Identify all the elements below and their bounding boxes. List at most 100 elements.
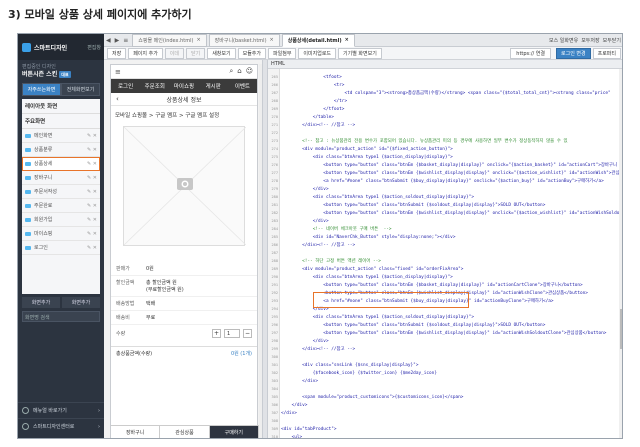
sidebar-header: 스마트디자인 편집창 bbox=[18, 34, 104, 60]
page-icon bbox=[25, 203, 31, 208]
sidebar-item[interactable]: 마이쇼핑 ✎ ✕ bbox=[22, 227, 100, 241]
sidebar-item[interactable]: 주문서작성 ✎ ✕ bbox=[22, 185, 100, 199]
code-text: {$facebook_icon} {$twitter_icon} {$me2da… bbox=[281, 371, 437, 376]
mobile-nav-item[interactable]: 마이쇼핑 bbox=[169, 82, 198, 90]
hamburger-icon[interactable]: ≡ bbox=[115, 68, 121, 76]
cart-button[interactable]: 장바구니 bbox=[111, 426, 161, 438]
manual-link[interactable]: 메뉴얼 바로가기 › bbox=[18, 402, 104, 418]
wish-button[interactable]: 관심상품 bbox=[160, 426, 210, 438]
toolbar-button[interactable]: 저장 bbox=[107, 47, 127, 59]
user-icon[interactable]: ☺ bbox=[246, 67, 253, 76]
scroll-thumb[interactable] bbox=[620, 309, 622, 349]
edit-delete-icon[interactable]: ✎ ✕ bbox=[87, 133, 97, 139]
close-icon[interactable]: × bbox=[345, 37, 349, 44]
mobile-nav-item[interactable]: 게시판 bbox=[199, 82, 228, 90]
code-text: <button type="button" class="btnSubmit {… bbox=[281, 323, 546, 328]
add-screen-button[interactable]: 화면추가 bbox=[22, 297, 60, 308]
code-text: </div><!-- //참고 --> bbox=[281, 123, 356, 128]
buy-button[interactable]: 구매하기 bbox=[209, 426, 259, 438]
mobile-nav-item[interactable]: 주문조회 bbox=[140, 82, 169, 90]
sidebar-item[interactable]: 로그인 ✎ ✕ bbox=[22, 241, 100, 255]
code-text: <button type="button" class="btnSubmit {… bbox=[281, 203, 546, 208]
info-key: 판매가 bbox=[116, 266, 130, 272]
file-tab[interactable]: 상품상세(detail.html) × bbox=[281, 34, 355, 47]
sidebar-item[interactable]: 회원가입 ✎ ✕ bbox=[22, 213, 100, 227]
close-all-button[interactable]: 모두닫기 bbox=[603, 37, 621, 44]
edit-delete-icon[interactable]: ✎ ✕ bbox=[87, 161, 97, 167]
file-tab[interactable]: 쇼핑몰 메인(index.html) × bbox=[132, 34, 207, 47]
forward-arrow-icon[interactable]: ▶ bbox=[113, 37, 122, 44]
skin-name[interactable]: 버튼시즌 스킨 bbox=[22, 71, 57, 78]
close-icon[interactable]: × bbox=[196, 37, 200, 44]
toolbar-right-0[interactable]: 모스 일화면유 bbox=[549, 37, 578, 44]
code-body[interactable]: 265 <tfoot> 266 <tr> 267 <td colspan="3"><… bbox=[268, 69, 622, 438]
mobile-nav-item[interactable]: 로그인 bbox=[111, 82, 140, 90]
code-text: <div id="tabProduct"> bbox=[281, 427, 337, 432]
edit-delete-icon[interactable]: ✎ ✕ bbox=[87, 231, 97, 237]
search-icon[interactable]: ⌕ bbox=[229, 67, 233, 76]
sidebar-item[interactable]: 메인화면 ✎ ✕ bbox=[22, 129, 100, 143]
tab-frequent[interactable]: 자주쓰는화면 bbox=[22, 83, 61, 96]
cart-icon[interactable]: ⌂ bbox=[237, 67, 241, 76]
qty-plus-button[interactable]: + bbox=[212, 329, 221, 338]
login-change-button[interactable]: 로그인 변경 bbox=[556, 47, 591, 59]
close-icon[interactable]: × bbox=[270, 37, 274, 44]
sidebar-item[interactable]: 장바구니 ✎ ✕ bbox=[22, 171, 100, 185]
product-info-rows: 판매가 0원 할인금액 총 할인금액 원 (무료할인금액 원) 배송방법 택배 배송비 무료 bbox=[111, 262, 257, 325]
toolbar-button[interactable]: 파일첨부 bbox=[268, 47, 297, 59]
html-tab[interactable]: HTML bbox=[271, 61, 285, 67]
design-center-link[interactable]: 스마트디자인센터로 › bbox=[18, 418, 104, 434]
sidebar-item[interactable]: 상품분류 ✎ ✕ bbox=[22, 143, 100, 157]
code-scrollbar[interactable] bbox=[619, 69, 622, 438]
edit-delete-icon[interactable]: ✎ ✕ bbox=[87, 175, 97, 181]
back-arrow-icon[interactable]: ◀ bbox=[104, 37, 113, 44]
toolbar-button[interactable]: 이데 bbox=[164, 47, 184, 59]
sidebar-item-label: 마이쇼핑 bbox=[34, 231, 53, 237]
qty-minus-button[interactable]: − bbox=[243, 329, 252, 338]
menu-icon[interactable]: ≡ bbox=[121, 37, 130, 44]
product-info-row: 배송비 무료 bbox=[111, 311, 257, 325]
tab-all-screens[interactable]: 전체화면보기 bbox=[61, 83, 100, 96]
toolbar-button[interactable]: 페이지 추가 bbox=[128, 47, 163, 59]
screen-list-panel: 레이아웃 화면 주요화면 메인화면 ✎ ✕ 상품분류 ✎ ✕ 상품상세 ✎ ✕ 장바구니 ✎ … bbox=[22, 99, 100, 294]
save-all-button[interactable]: 모두저장 bbox=[581, 37, 599, 44]
left-sidebar: 스마트디자인 편집창 편집중인 디자인 버튼시즌 스킨 대표 자주쓰는화면 전체… bbox=[18, 34, 104, 438]
delete-screen-button[interactable]: 화면추가 bbox=[62, 297, 100, 308]
skin-badge: 대표 bbox=[59, 71, 71, 78]
toolbar-button[interactable]: 모듈추가 bbox=[237, 47, 267, 59]
qty-input[interactable]: 1 bbox=[224, 329, 240, 338]
property-button[interactable]: 프로퍼티 bbox=[592, 47, 621, 59]
toolbar-button[interactable]: 기기별 화면보기 bbox=[338, 47, 382, 59]
skin-name-row: 버튼시즌 스킨 대표 bbox=[22, 71, 100, 78]
edit-delete-icon[interactable]: ✎ ✕ bbox=[87, 203, 97, 209]
edit-delete-icon[interactable]: ✎ ✕ bbox=[87, 147, 97, 153]
screen-search-input[interactable]: 화면명 검색 bbox=[22, 311, 100, 322]
code-line: 310 <ul> bbox=[268, 433, 618, 438]
toolbar-button[interactable]: 이미지업로드 bbox=[298, 47, 337, 59]
file-tab[interactable]: 장바구니(basket.html) × bbox=[208, 34, 280, 47]
info-icon bbox=[22, 423, 29, 430]
sidebar-mode: 편집창 bbox=[87, 44, 101, 51]
back-icon[interactable]: ‹ bbox=[116, 95, 119, 103]
page-icon bbox=[25, 161, 31, 166]
sidebar-item[interactable]: 주문완료 ✎ ✕ bbox=[22, 199, 100, 213]
design-center-label: 스마트디자인센터로 bbox=[33, 424, 75, 430]
edit-delete-icon[interactable]: ✎ ✕ bbox=[87, 189, 97, 195]
toolbar-button[interactable]: 새창보기 bbox=[207, 47, 236, 59]
mobile-title: 상품상세 정보 bbox=[166, 96, 202, 104]
code-editor: HTML 265 <tfoot> 266 <tr> 267 <td colspan=… bbox=[268, 60, 622, 438]
sidebar-item[interactable]: 상품상세 ✎ ✕ bbox=[22, 157, 100, 171]
mobile-nav-item[interactable]: 이벤트 bbox=[228, 82, 257, 90]
page-icon bbox=[25, 147, 31, 152]
edit-delete-icon[interactable]: ✎ ✕ bbox=[87, 245, 97, 251]
edit-delete-icon[interactable]: ✎ ✕ bbox=[87, 217, 97, 223]
section-layout[interactable]: 레이아웃 화면 bbox=[22, 99, 100, 114]
section-main[interactable]: 주요화면 bbox=[22, 114, 100, 129]
info-icon bbox=[22, 407, 29, 414]
page-icon bbox=[25, 133, 31, 138]
code-text: <div class="btnArea type1 {$action_soldo… bbox=[281, 195, 474, 200]
product-info-row: 판매가 0원 bbox=[111, 262, 257, 276]
url-select[interactable]: https:// 연결 bbox=[510, 47, 551, 59]
sidebar-title: 스마트디자인 bbox=[34, 44, 68, 52]
toolbar-button[interactable]: 닫기 bbox=[186, 47, 206, 59]
